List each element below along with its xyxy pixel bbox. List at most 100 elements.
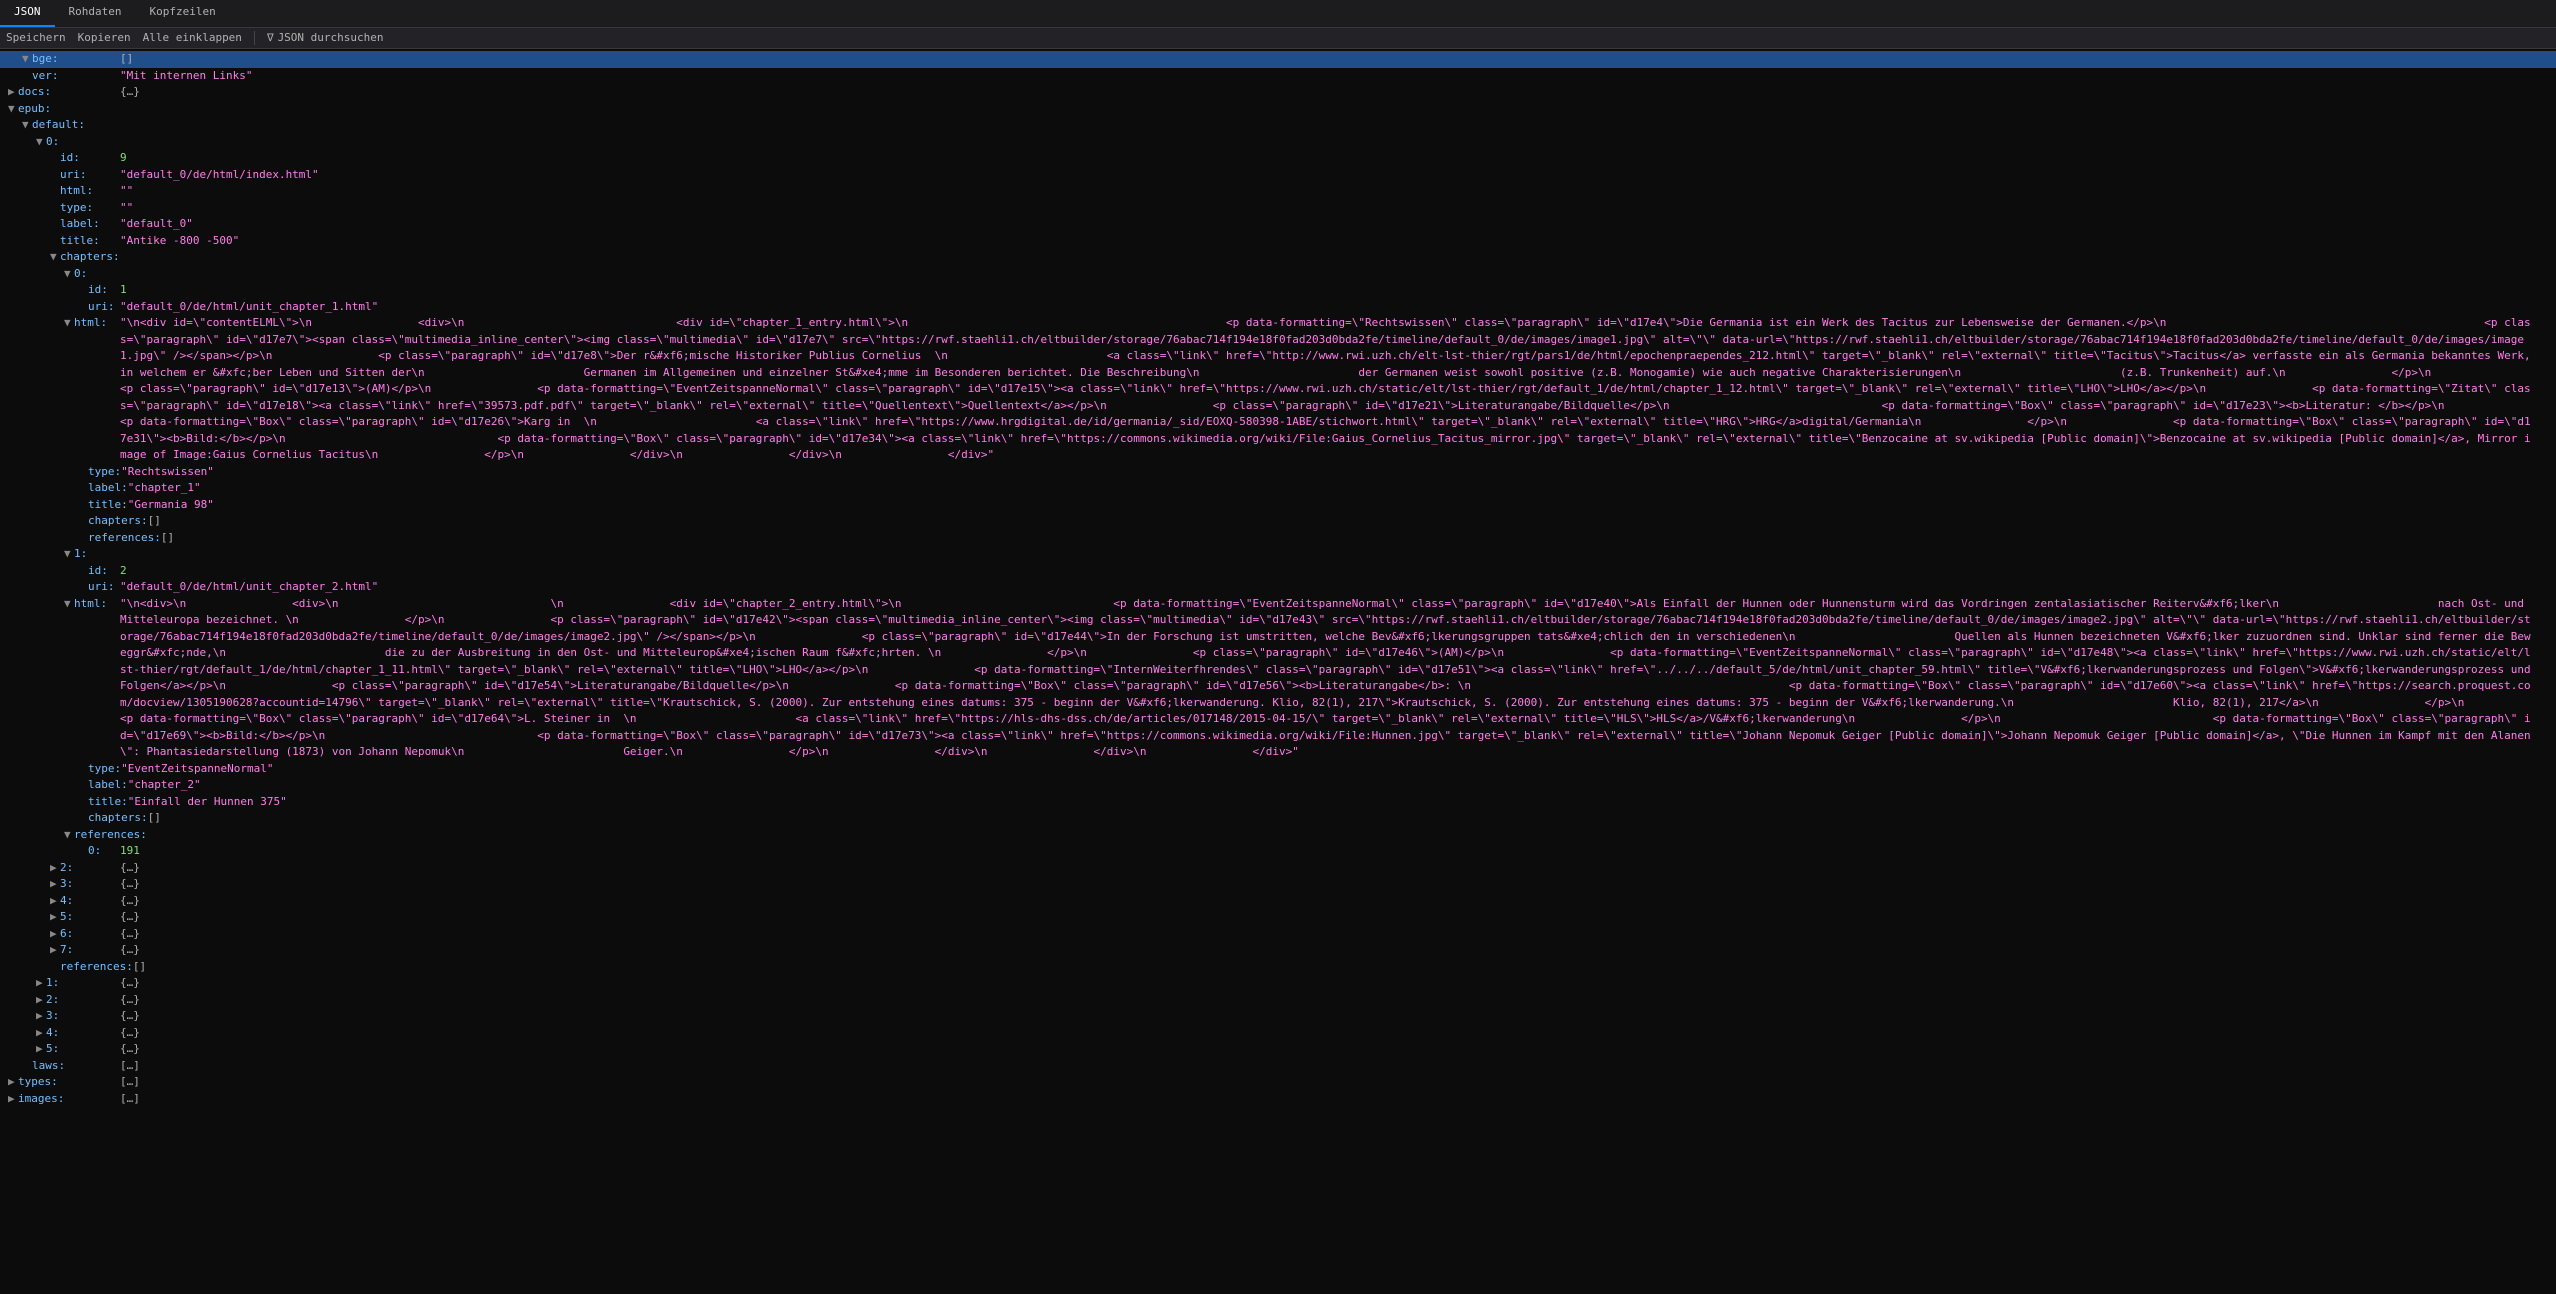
json-value: 1 bbox=[120, 282, 2556, 299]
json-key: id: bbox=[88, 283, 108, 296]
json-row[interactable]: label:"chapter_2" bbox=[0, 777, 2556, 794]
json-row[interactable]: ▶3:{…} bbox=[0, 1008, 2556, 1025]
json-row[interactable]: type:"Rechtswissen" bbox=[0, 464, 2556, 481]
json-value: "" bbox=[120, 183, 2556, 200]
json-row[interactable]: ▶2:{…} bbox=[0, 992, 2556, 1009]
json-row[interactable]: title:"Einfall der Hunnen 375" bbox=[0, 794, 2556, 811]
json-row[interactable]: chapters:[] bbox=[0, 513, 2556, 530]
json-value: "EventZeitspanneNormal" bbox=[121, 761, 2556, 778]
json-row[interactable]: ▼chapters: bbox=[0, 249, 2556, 266]
twisty-collapsed-icon[interactable]: ▶ bbox=[50, 909, 60, 926]
twisty-expanded-icon[interactable]: ▼ bbox=[50, 249, 60, 266]
save-button[interactable]: Speichern bbox=[6, 30, 66, 47]
twisty-expanded-icon[interactable]: ▼ bbox=[22, 117, 32, 134]
json-row[interactable]: ver:"Mit internen Links" bbox=[0, 68, 2556, 85]
json-value: {…} bbox=[120, 860, 2556, 877]
twisty-expanded-icon[interactable]: ▼ bbox=[64, 596, 74, 613]
json-row[interactable]: ▼bge:[] bbox=[0, 51, 2556, 68]
json-row[interactable]: ▶4:{…} bbox=[0, 893, 2556, 910]
json-row[interactable]: ▶1:{…} bbox=[0, 975, 2556, 992]
json-key: uri: bbox=[88, 300, 115, 313]
twisty-expanded-icon[interactable]: ▼ bbox=[22, 51, 32, 68]
json-row[interactable]: ▼0: bbox=[0, 134, 2556, 151]
twisty-collapsed-icon[interactable]: ▶ bbox=[36, 992, 46, 1009]
json-row[interactable]: ▶4:{…} bbox=[0, 1025, 2556, 1042]
json-row[interactable]: references:[] bbox=[0, 959, 2556, 976]
tab-json[interactable]: JSON bbox=[0, 0, 55, 27]
json-row[interactable]: ▼references: bbox=[0, 827, 2556, 844]
copy-button[interactable]: Kopieren bbox=[78, 30, 131, 47]
json-row[interactable]: id:2 bbox=[0, 563, 2556, 580]
json-row[interactable]: ▶5:{…} bbox=[0, 1041, 2556, 1058]
twisty-collapsed-icon[interactable]: ▶ bbox=[50, 860, 60, 877]
twisty-collapsed-icon[interactable]: ▶ bbox=[50, 893, 60, 910]
filter-icon: ∇ bbox=[267, 30, 274, 47]
json-row[interactable]: id:9 bbox=[0, 150, 2556, 167]
twisty-expanded-icon[interactable]: ▼ bbox=[64, 315, 74, 332]
json-row[interactable]: references:[] bbox=[0, 530, 2556, 547]
tab-rohdaten[interactable]: Rohdaten bbox=[55, 0, 136, 27]
json-row[interactable]: ▼0: bbox=[0, 266, 2556, 283]
twisty-collapsed-icon[interactable]: ▶ bbox=[36, 975, 46, 992]
json-row[interactable]: ▶images:[…] bbox=[0, 1091, 2556, 1108]
twisty-expanded-icon[interactable]: ▼ bbox=[64, 827, 74, 844]
json-key: 5: bbox=[46, 1042, 59, 1055]
json-row[interactable]: uri:"default_0/de/html/unit_chapter_1.ht… bbox=[0, 299, 2556, 316]
twisty-none bbox=[50, 183, 60, 200]
json-row[interactable]: ▼1: bbox=[0, 546, 2556, 563]
twisty-expanded-icon[interactable]: ▼ bbox=[8, 101, 18, 118]
twisty-collapsed-icon[interactable]: ▶ bbox=[36, 1041, 46, 1058]
json-key: label: bbox=[88, 778, 128, 791]
tab-kopfzeilen[interactable]: Kopfzeilen bbox=[135, 0, 229, 27]
json-row[interactable]: ▶5:{…} bbox=[0, 909, 2556, 926]
json-row[interactable]: ▶6:{…} bbox=[0, 926, 2556, 943]
json-row[interactable]: ▶2:{…} bbox=[0, 860, 2556, 877]
json-row[interactable]: ▶3:{…} bbox=[0, 876, 2556, 893]
filter-field[interactable]: ∇ JSON durchsuchen bbox=[267, 30, 384, 47]
json-row[interactable]: title:"Antike -800 -500" bbox=[0, 233, 2556, 250]
json-row[interactable]: 0:191 bbox=[0, 843, 2556, 860]
json-key: html: bbox=[74, 597, 107, 610]
json-row[interactable]: label:"chapter_1" bbox=[0, 480, 2556, 497]
json-row[interactable]: ▼html:"\n<div>\n <div>\n \n <div id=\"ch… bbox=[0, 596, 2556, 761]
json-row[interactable]: html:"" bbox=[0, 183, 2556, 200]
twisty-none bbox=[50, 959, 60, 976]
twisty-collapsed-icon[interactable]: ▶ bbox=[50, 926, 60, 943]
twisty-collapsed-icon[interactable]: ▶ bbox=[50, 942, 60, 959]
json-key: 4: bbox=[60, 894, 73, 907]
json-row[interactable]: type:"" bbox=[0, 200, 2556, 217]
json-row[interactable]: id: 1 bbox=[0, 282, 2556, 299]
json-key: 0: bbox=[74, 267, 87, 280]
twisty-collapsed-icon[interactable]: ▶ bbox=[36, 1025, 46, 1042]
json-value: {…} bbox=[120, 942, 2556, 959]
json-row[interactable]: ▼default: bbox=[0, 117, 2556, 134]
json-row[interactable]: chapters:[] bbox=[0, 810, 2556, 827]
json-tree[interactable]: ▼bge:[] ver:"Mit internen Links"▶docs:{…… bbox=[0, 49, 2556, 1109]
twisty-collapsed-icon[interactable]: ▶ bbox=[50, 876, 60, 893]
json-row[interactable]: laws:[…] bbox=[0, 1058, 2556, 1075]
twisty-collapsed-icon[interactable]: ▶ bbox=[8, 1091, 18, 1108]
json-row[interactable]: uri:"default_0/de/html/index.html" bbox=[0, 167, 2556, 184]
twisty-collapsed-icon[interactable]: ▶ bbox=[36, 1008, 46, 1025]
json-key: title: bbox=[88, 795, 128, 808]
json-row[interactable]: title:"Germania 98" bbox=[0, 497, 2556, 514]
json-row[interactable]: ▶7:{…} bbox=[0, 942, 2556, 959]
twisty-expanded-icon[interactable]: ▼ bbox=[64, 546, 74, 563]
twisty-collapsed-icon[interactable]: ▶ bbox=[8, 1074, 18, 1091]
json-row[interactable]: ▼epub: bbox=[0, 101, 2556, 118]
twisty-collapsed-icon[interactable]: ▶ bbox=[8, 84, 18, 101]
twisty-expanded-icon[interactable]: ▼ bbox=[36, 134, 46, 151]
json-row[interactable]: ▼html:"\n<div id=\"contentELML\">\n <div… bbox=[0, 315, 2556, 464]
collapse-all-button[interactable]: Alle einklappen bbox=[143, 30, 242, 47]
json-row[interactable]: label:"default_0" bbox=[0, 216, 2556, 233]
twisty-expanded-icon[interactable]: ▼ bbox=[64, 266, 74, 283]
json-row[interactable]: ▶types:[…] bbox=[0, 1074, 2556, 1091]
json-key: 4: bbox=[46, 1026, 59, 1039]
json-row[interactable]: uri:"default_0/de/html/unit_chapter_2.ht… bbox=[0, 579, 2556, 596]
json-row[interactable]: type:"EventZeitspanneNormal" bbox=[0, 761, 2556, 778]
twisty-none bbox=[78, 530, 88, 547]
twisty-none bbox=[78, 777, 88, 794]
json-key: chapters: bbox=[60, 250, 120, 263]
json-row[interactable]: ▶docs:{…} bbox=[0, 84, 2556, 101]
json-key: epub: bbox=[18, 102, 51, 115]
